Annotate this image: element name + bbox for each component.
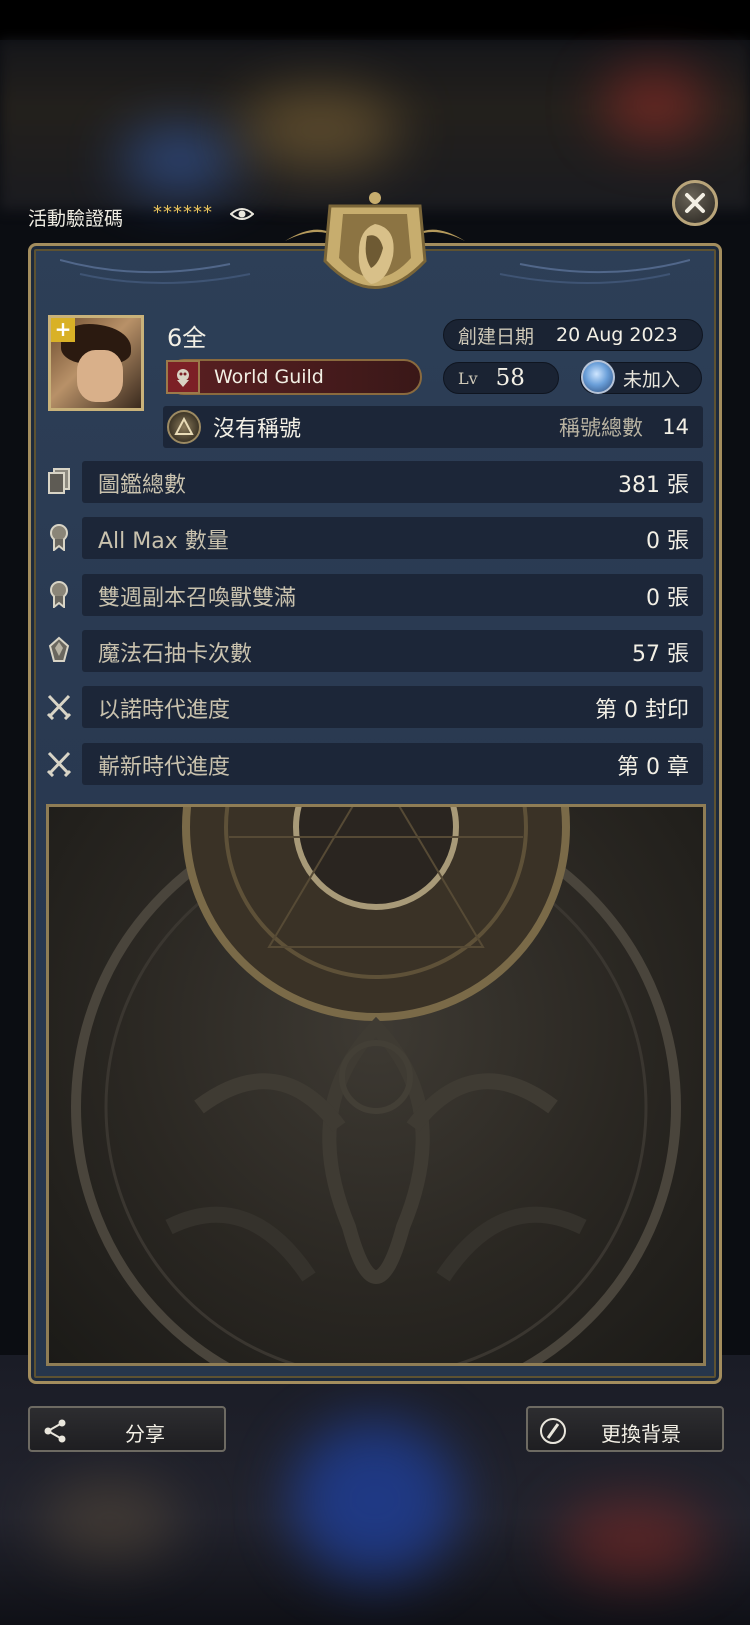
stat-value: 0 張: [646, 529, 689, 554]
player-avatar[interactable]: +: [48, 315, 144, 411]
stat-label: All Max 數量: [98, 529, 229, 554]
magic-circle-artwork: [71, 807, 681, 1363]
title-name: 沒有稱號: [213, 417, 302, 442]
title-count-label: 稱號總數: [559, 416, 643, 440]
creation-date-badge: 創建日期 20 Aug 2023: [443, 319, 703, 351]
stat-label: 圖鑑總數: [98, 473, 187, 498]
stat-label: 魔法石抽卡次數: [98, 642, 253, 667]
stat-row: 魔法石抽卡次數 57 張: [82, 630, 703, 672]
stat-row: 雙週副本召喚獸雙滿 0 張: [82, 574, 703, 616]
spirit-orb-icon: [581, 360, 615, 394]
title-count-value: 14: [662, 415, 689, 439]
stat-label: 雙週副本召喚獸雙滿: [98, 586, 297, 611]
card-collection-icon: [48, 468, 70, 494]
promo-code-masked: ******: [153, 202, 213, 223]
level-label: Lv: [458, 368, 478, 388]
stat-value: 0 張: [646, 586, 689, 611]
close-icon: [685, 193, 705, 213]
plus-badge-icon: +: [51, 318, 75, 342]
magic-stone-icon: [48, 636, 70, 662]
brush-icon: [540, 1418, 566, 1444]
join-status-text: 未加入: [623, 368, 681, 391]
level-badge: Lv 58: [443, 362, 559, 394]
crossed-swords-icon: [46, 751, 72, 777]
class-crest-emblem: [285, 192, 465, 289]
player-name: 6全: [167, 324, 207, 352]
title-emblem-icon: [167, 410, 201, 444]
crossed-swords-icon: [46, 694, 72, 720]
stat-value: 381 張: [618, 473, 689, 498]
share-icon: [44, 1419, 66, 1443]
change-background-button[interactable]: 更換背景: [526, 1406, 724, 1452]
stat-value: 57 張: [632, 642, 689, 667]
guild-badge[interactable]: World Guild: [166, 359, 422, 395]
stat-row: All Max 數量 0 張: [82, 517, 703, 559]
change-background-label: 更換背景: [601, 1422, 681, 1446]
close-button[interactable]: [672, 180, 718, 226]
creation-date-value: 20 Aug 2023: [556, 324, 678, 346]
stat-label: 以諾時代進度: [98, 698, 231, 723]
level-value: 58: [495, 365, 525, 391]
guild-name: World Guild: [214, 366, 324, 388]
share-button[interactable]: 分享: [28, 1406, 226, 1452]
stat-value: 第 0 封印: [595, 698, 689, 723]
guild-crest-icon: [166, 360, 200, 394]
title-row[interactable]: 沒有稱號 稱號總數 14: [163, 406, 703, 448]
stat-row: 嶄新時代進度 第 0 章: [82, 743, 703, 785]
stat-row: 圖鑑總數 381 張: [82, 461, 703, 503]
medal-icon: [50, 524, 68, 551]
stat-row: 以諾時代進度 第 0 封印: [82, 686, 703, 728]
stat-value: 第 0 章: [617, 755, 689, 780]
stat-label: 嶄新時代進度: [98, 755, 231, 780]
medal-icon: [50, 581, 68, 608]
eye-icon[interactable]: [230, 206, 254, 222]
share-button-label: 分享: [125, 1422, 165, 1446]
promo-code-label: 活動驗證碼: [28, 208, 124, 230]
creation-date-label: 創建日期: [458, 325, 535, 348]
profile-background-preview: [46, 804, 706, 1366]
